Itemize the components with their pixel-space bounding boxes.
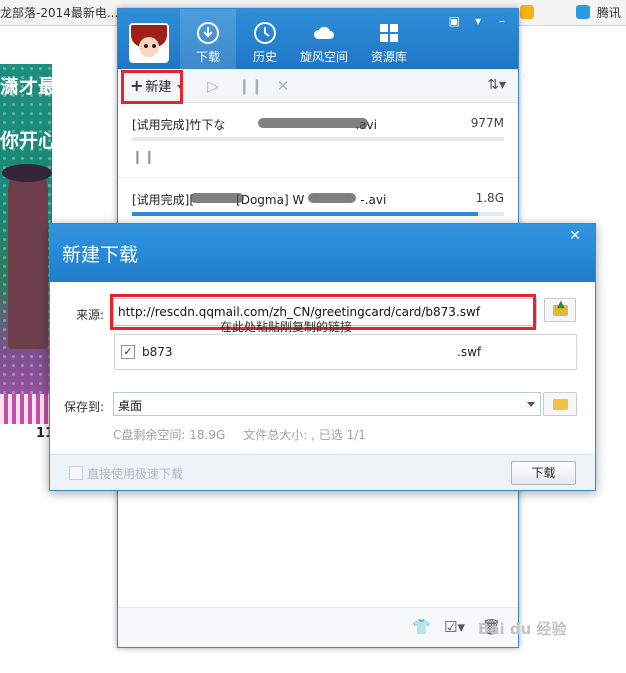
dialog-title-bar: 新建下载 ✕ bbox=[50, 224, 595, 282]
close-icon[interactable]: ✕ bbox=[565, 226, 585, 246]
tab-label: 历史 bbox=[252, 50, 277, 64]
redacted-text bbox=[258, 118, 368, 128]
file-list: ✓ b873 .swf bbox=[114, 334, 577, 370]
task-name: [试用完成][[Dogma] W -.avi bbox=[132, 193, 387, 207]
browser-tab[interactable] bbox=[520, 0, 580, 26]
arrow-up-icon: ▲ bbox=[557, 299, 565, 310]
dialog-footer: 直接使用极速下载 下载 bbox=[50, 454, 595, 490]
tab-label: 资源库 bbox=[370, 50, 407, 64]
redacted-text bbox=[308, 193, 356, 203]
fast-download-label: 直接使用极速下载 bbox=[87, 467, 184, 481]
avatar[interactable] bbox=[129, 23, 169, 63]
tab-whirlwind-space[interactable]: 旋风空间 bbox=[296, 9, 352, 69]
save-to-label: 保存到: bbox=[64, 400, 105, 414]
total-size-text: 文件总大小: , 已选 1/1 bbox=[243, 428, 366, 442]
downloader-footer: 👕 ☑▾ 🗑 bbox=[118, 607, 518, 647]
delete-icon[interactable]: ✕ bbox=[274, 77, 292, 95]
save-location-select[interactable]: 桌面 bbox=[113, 392, 541, 416]
tab-history[interactable]: 历史 bbox=[237, 9, 293, 69]
download-button[interactable]: 下载 bbox=[511, 461, 576, 485]
file-extension: .swf bbox=[457, 345, 482, 359]
task-row[interactable]: [试用完成]竹下な.avi 977M ❙❙ bbox=[118, 104, 518, 178]
dialog-title: 新建下载 bbox=[62, 244, 139, 266]
watermark-logo: Bai du 经验 bbox=[478, 620, 567, 638]
new-download-dialog: 新建下载 ✕ 来源: http://rescdn.qqmail.com/zh_C… bbox=[49, 223, 596, 491]
minimize-icon[interactable]: – bbox=[492, 13, 512, 29]
history-icon bbox=[254, 22, 276, 44]
free-space-text: C盘剩余空间: 18.9G bbox=[113, 428, 226, 442]
file-checkbox[interactable]: ✓ bbox=[121, 345, 135, 359]
favicon-icon bbox=[520, 5, 534, 19]
source-label: 来源: bbox=[76, 308, 105, 322]
start-icon[interactable]: ▷ bbox=[204, 77, 222, 95]
tab-resource-library[interactable]: 资源库 bbox=[361, 9, 417, 69]
task-size: 977M bbox=[470, 116, 504, 130]
tab-label: 下载 bbox=[195, 50, 220, 64]
task-size: 1.8G bbox=[475, 191, 504, 205]
menu-icon[interactable]: ▾ bbox=[468, 13, 488, 29]
progress-bar bbox=[132, 212, 504, 216]
browser-tab-label: 腾讯 bbox=[596, 6, 621, 20]
file-name: b873 bbox=[142, 345, 173, 359]
skin-icon[interactable]: ▣ bbox=[444, 13, 464, 29]
tab-label: 旋风空间 bbox=[299, 50, 348, 64]
banner-text: 潇才最珍贵, bbox=[0, 76, 52, 98]
pause-icon[interactable]: ❙❙ bbox=[238, 77, 263, 95]
browser-tab[interactable]: 龙部落-2014最新电... bbox=[0, 0, 118, 26]
download-icon bbox=[197, 22, 219, 44]
shirt-icon[interactable]: 👕 bbox=[412, 618, 431, 636]
pause-icon[interactable]: ❙❙ bbox=[132, 150, 156, 165]
import-button[interactable]: ▲ bbox=[544, 298, 576, 322]
tab-download[interactable]: 下载 bbox=[180, 9, 236, 69]
browser-tab-label: 龙部落-2014最新电... bbox=[0, 6, 118, 20]
fast-download-checkbox[interactable] bbox=[69, 466, 83, 480]
banner-text: 你开心每一天 bbox=[0, 130, 52, 152]
downloader-header: 下载 历史 旋风空间 资源库 ▣ ▾ – bbox=[118, 9, 518, 69]
illustration-hat bbox=[2, 164, 52, 182]
cloud-icon bbox=[313, 26, 334, 39]
folder-icon bbox=[553, 399, 568, 410]
redacted-text bbox=[190, 193, 244, 203]
illustration-figure bbox=[8, 169, 48, 349]
banner-stripe bbox=[0, 394, 52, 424]
favicon-icon bbox=[576, 5, 590, 19]
window-controls: ▣ ▾ – bbox=[444, 13, 512, 29]
browser-tab[interactable]: 腾讯 bbox=[576, 0, 626, 26]
greeting-card-banner: 潇才最珍贵, 你开心每一天 bbox=[0, 64, 52, 424]
chevron-down-icon bbox=[527, 402, 535, 407]
progress-bar bbox=[132, 137, 504, 141]
space-info: C盘剩余空间: 18.9G 文件总大小: , 已选 1/1 bbox=[113, 426, 384, 443]
annotation-text: 在此处粘贴刚复制的链接 bbox=[220, 320, 353, 334]
browse-folder-button[interactable] bbox=[543, 392, 577, 416]
highlight-box bbox=[121, 70, 183, 104]
resource-icon bbox=[380, 24, 398, 42]
save-location-value: 桌面 bbox=[118, 399, 143, 413]
checklist-icon[interactable]: ☑▾ bbox=[444, 618, 465, 636]
downloader-toolbar: + 新建 ▷ ❙❙ ✕ ⇅▾ bbox=[118, 69, 518, 104]
sort-button[interactable]: ⇅▾ bbox=[487, 77, 506, 93]
